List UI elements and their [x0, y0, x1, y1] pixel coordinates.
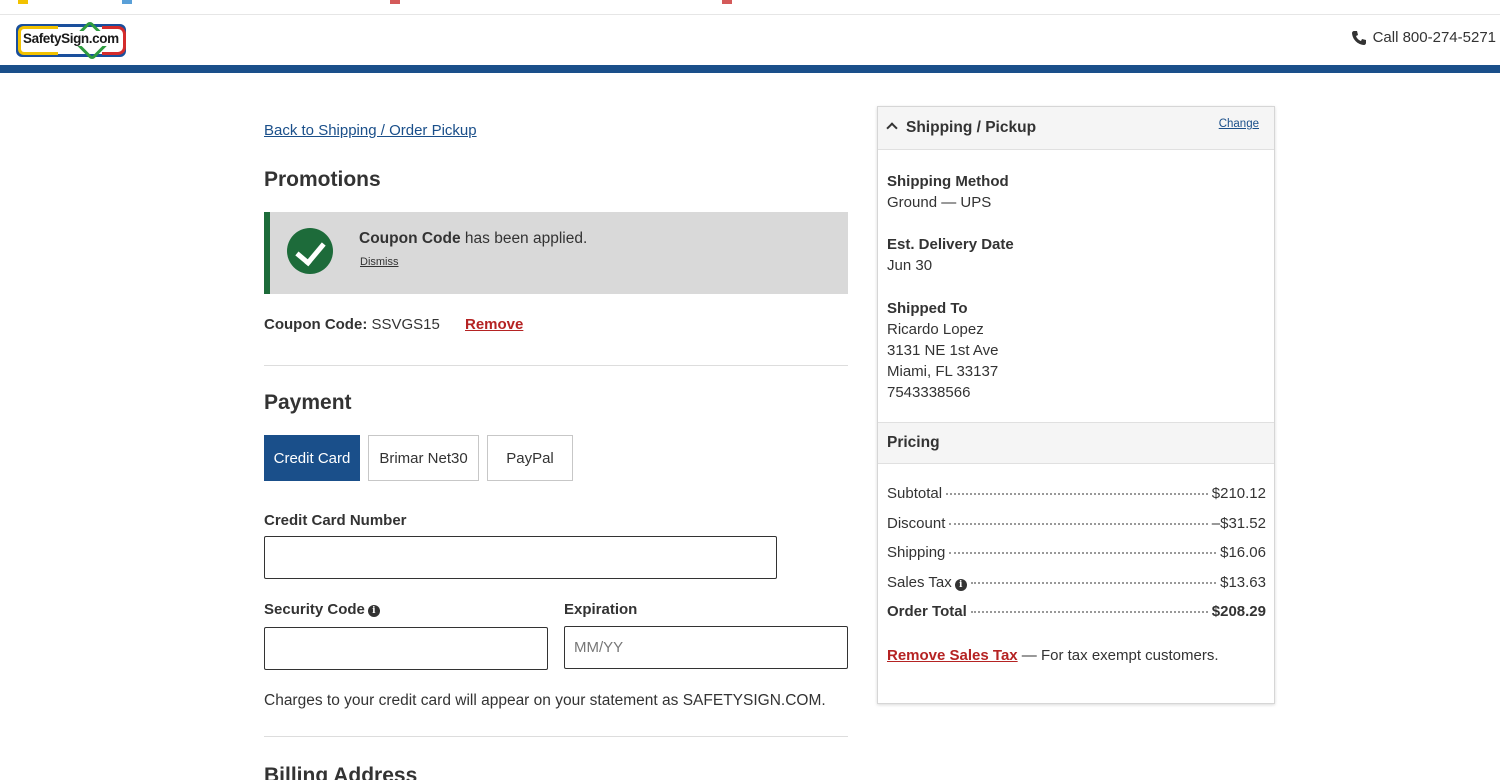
- price-label: Subtotal: [887, 485, 943, 502]
- price-label: Discount: [887, 515, 946, 532]
- price-row-sales-tax: Sales Tax i $13.63: [887, 574, 1266, 591]
- paypal-button[interactable]: PayPal: [487, 435, 573, 481]
- price-value: –$31.52: [1211, 515, 1266, 532]
- dismiss-link[interactable]: Dismiss: [360, 256, 399, 268]
- price-label: Shipping: [887, 544, 946, 561]
- info-icon[interactable]: i: [954, 579, 967, 591]
- pricing-header: Pricing: [878, 422, 1274, 464]
- price-row-discount: Discount –$31.52: [887, 515, 1266, 532]
- back-to-shipping-link[interactable]: Back to Shipping / Order Pickup: [264, 122, 477, 139]
- price-row-subtotal: Subtotal $210.12: [887, 485, 1266, 502]
- expiration-label: Expiration: [564, 601, 638, 618]
- address-name: Ricardo Lopez: [887, 321, 984, 338]
- expiration-input[interactable]: [564, 626, 848, 669]
- shipping-panel-header[interactable]: Shipping / Pickup Change: [878, 107, 1274, 150]
- price-value: $208.29: [1211, 603, 1266, 620]
- dot-leader: [949, 523, 1208, 525]
- divider: [264, 365, 848, 366]
- address-city: Miami, FL 33137: [887, 363, 999, 380]
- phone-contact[interactable]: Call 800-274-5271: [1351, 29, 1496, 46]
- alert-bold-text: Coupon Code: [359, 230, 461, 247]
- price-value: $16.06: [1220, 544, 1266, 561]
- site-logo[interactable]: SafetySign.com: [16, 20, 126, 61]
- shipped-to-label: Shipped To: [887, 300, 968, 317]
- price-row-shipping: Shipping $16.06: [887, 544, 1266, 561]
- logo-text: SafetySign.com: [22, 31, 120, 46]
- dot-leader: [949, 552, 1217, 554]
- coupon-success-alert: Coupon Code has been applied. Dismiss: [264, 212, 848, 294]
- credit-card-button[interactable]: Credit Card: [264, 435, 360, 481]
- delivery-date-label: Est. Delivery Date: [887, 236, 1014, 253]
- shipping-method-value: Ground — UPS: [887, 194, 992, 211]
- address-street: 3131 NE 1st Ave: [887, 342, 999, 359]
- phone-icon: [1351, 30, 1367, 46]
- remove-sales-tax-row: Remove Sales Tax — For tax exempt custom…: [887, 647, 1219, 664]
- delivery-date-block: Est. Delivery Date Jun 30: [887, 234, 1014, 276]
- strip-mark-red: [390, 0, 400, 4]
- divider: [264, 736, 848, 737]
- header-bar: [0, 65, 1500, 73]
- top-strip: [0, 0, 1500, 15]
- statement-note: Charges to your credit card will appear …: [264, 692, 826, 709]
- delivery-date-value: Jun 30: [887, 257, 933, 274]
- alert-message: Coupon Code has been applied.: [359, 230, 587, 248]
- price-value: $13.63: [1220, 574, 1266, 591]
- shipped-to-block: Shipped To Ricardo Lopez 3131 NE 1st Ave…: [887, 298, 998, 403]
- payment-title: Payment: [264, 391, 352, 414]
- strip-mark-red: [722, 0, 732, 4]
- dot-leader: [970, 582, 1217, 584]
- billing-address-title: Billing Address: [264, 764, 418, 780]
- security-code-label-text: Security Code: [264, 601, 365, 618]
- strip-mark-yellow: [18, 0, 28, 4]
- shipping-method-block: Shipping Method Ground — UPS: [887, 171, 1009, 213]
- dot-leader: [970, 611, 1208, 613]
- price-label: Sales Tax: [887, 574, 952, 591]
- pricing-title: Pricing: [887, 434, 940, 451]
- promotions-title: Promotions: [264, 168, 381, 191]
- price-row-order-total: Order Total $208.29: [887, 603, 1266, 620]
- remove-sales-tax-link[interactable]: Remove Sales Tax: [887, 647, 1018, 664]
- address-phone: 7543338566: [887, 384, 971, 401]
- card-number-label: Credit Card Number: [264, 512, 407, 529]
- coupon-value: SSVGS15: [367, 316, 440, 333]
- alert-text: has been applied.: [460, 230, 588, 247]
- brimar-net30-button[interactable]: Brimar Net30: [368, 435, 479, 481]
- check-circle-icon: [287, 228, 333, 274]
- strip-mark-blue: [122, 0, 132, 4]
- info-icon[interactable]: i: [367, 605, 380, 617]
- site-header: SafetySign.com Call 800-274-5271: [0, 15, 1500, 65]
- tax-exempt-note: — For tax exempt customers.: [1017, 647, 1219, 664]
- phone-label: Call 800-274-5271: [1372, 29, 1496, 46]
- price-label: Order Total: [887, 603, 967, 620]
- security-code-label: Security Code i: [264, 601, 380, 618]
- coupon-code-row: Coupon Code: SSVGS15: [264, 316, 440, 333]
- dot-leader: [946, 493, 1208, 495]
- order-summary-panel: Shipping / Pickup Change Shipping Method…: [877, 106, 1275, 704]
- card-number-input[interactable]: [264, 536, 777, 579]
- shipping-panel-title: Shipping / Pickup: [906, 119, 1037, 136]
- price-value: $210.12: [1211, 485, 1266, 502]
- change-shipping-link[interactable]: Change: [1219, 118, 1259, 130]
- chevron-up-icon: [886, 122, 898, 134]
- remove-coupon-link[interactable]: Remove: [465, 316, 523, 333]
- security-code-input[interactable]: [264, 627, 548, 670]
- coupon-label: Coupon Code:: [264, 316, 368, 333]
- shipping-method-label: Shipping Method: [887, 173, 1009, 190]
